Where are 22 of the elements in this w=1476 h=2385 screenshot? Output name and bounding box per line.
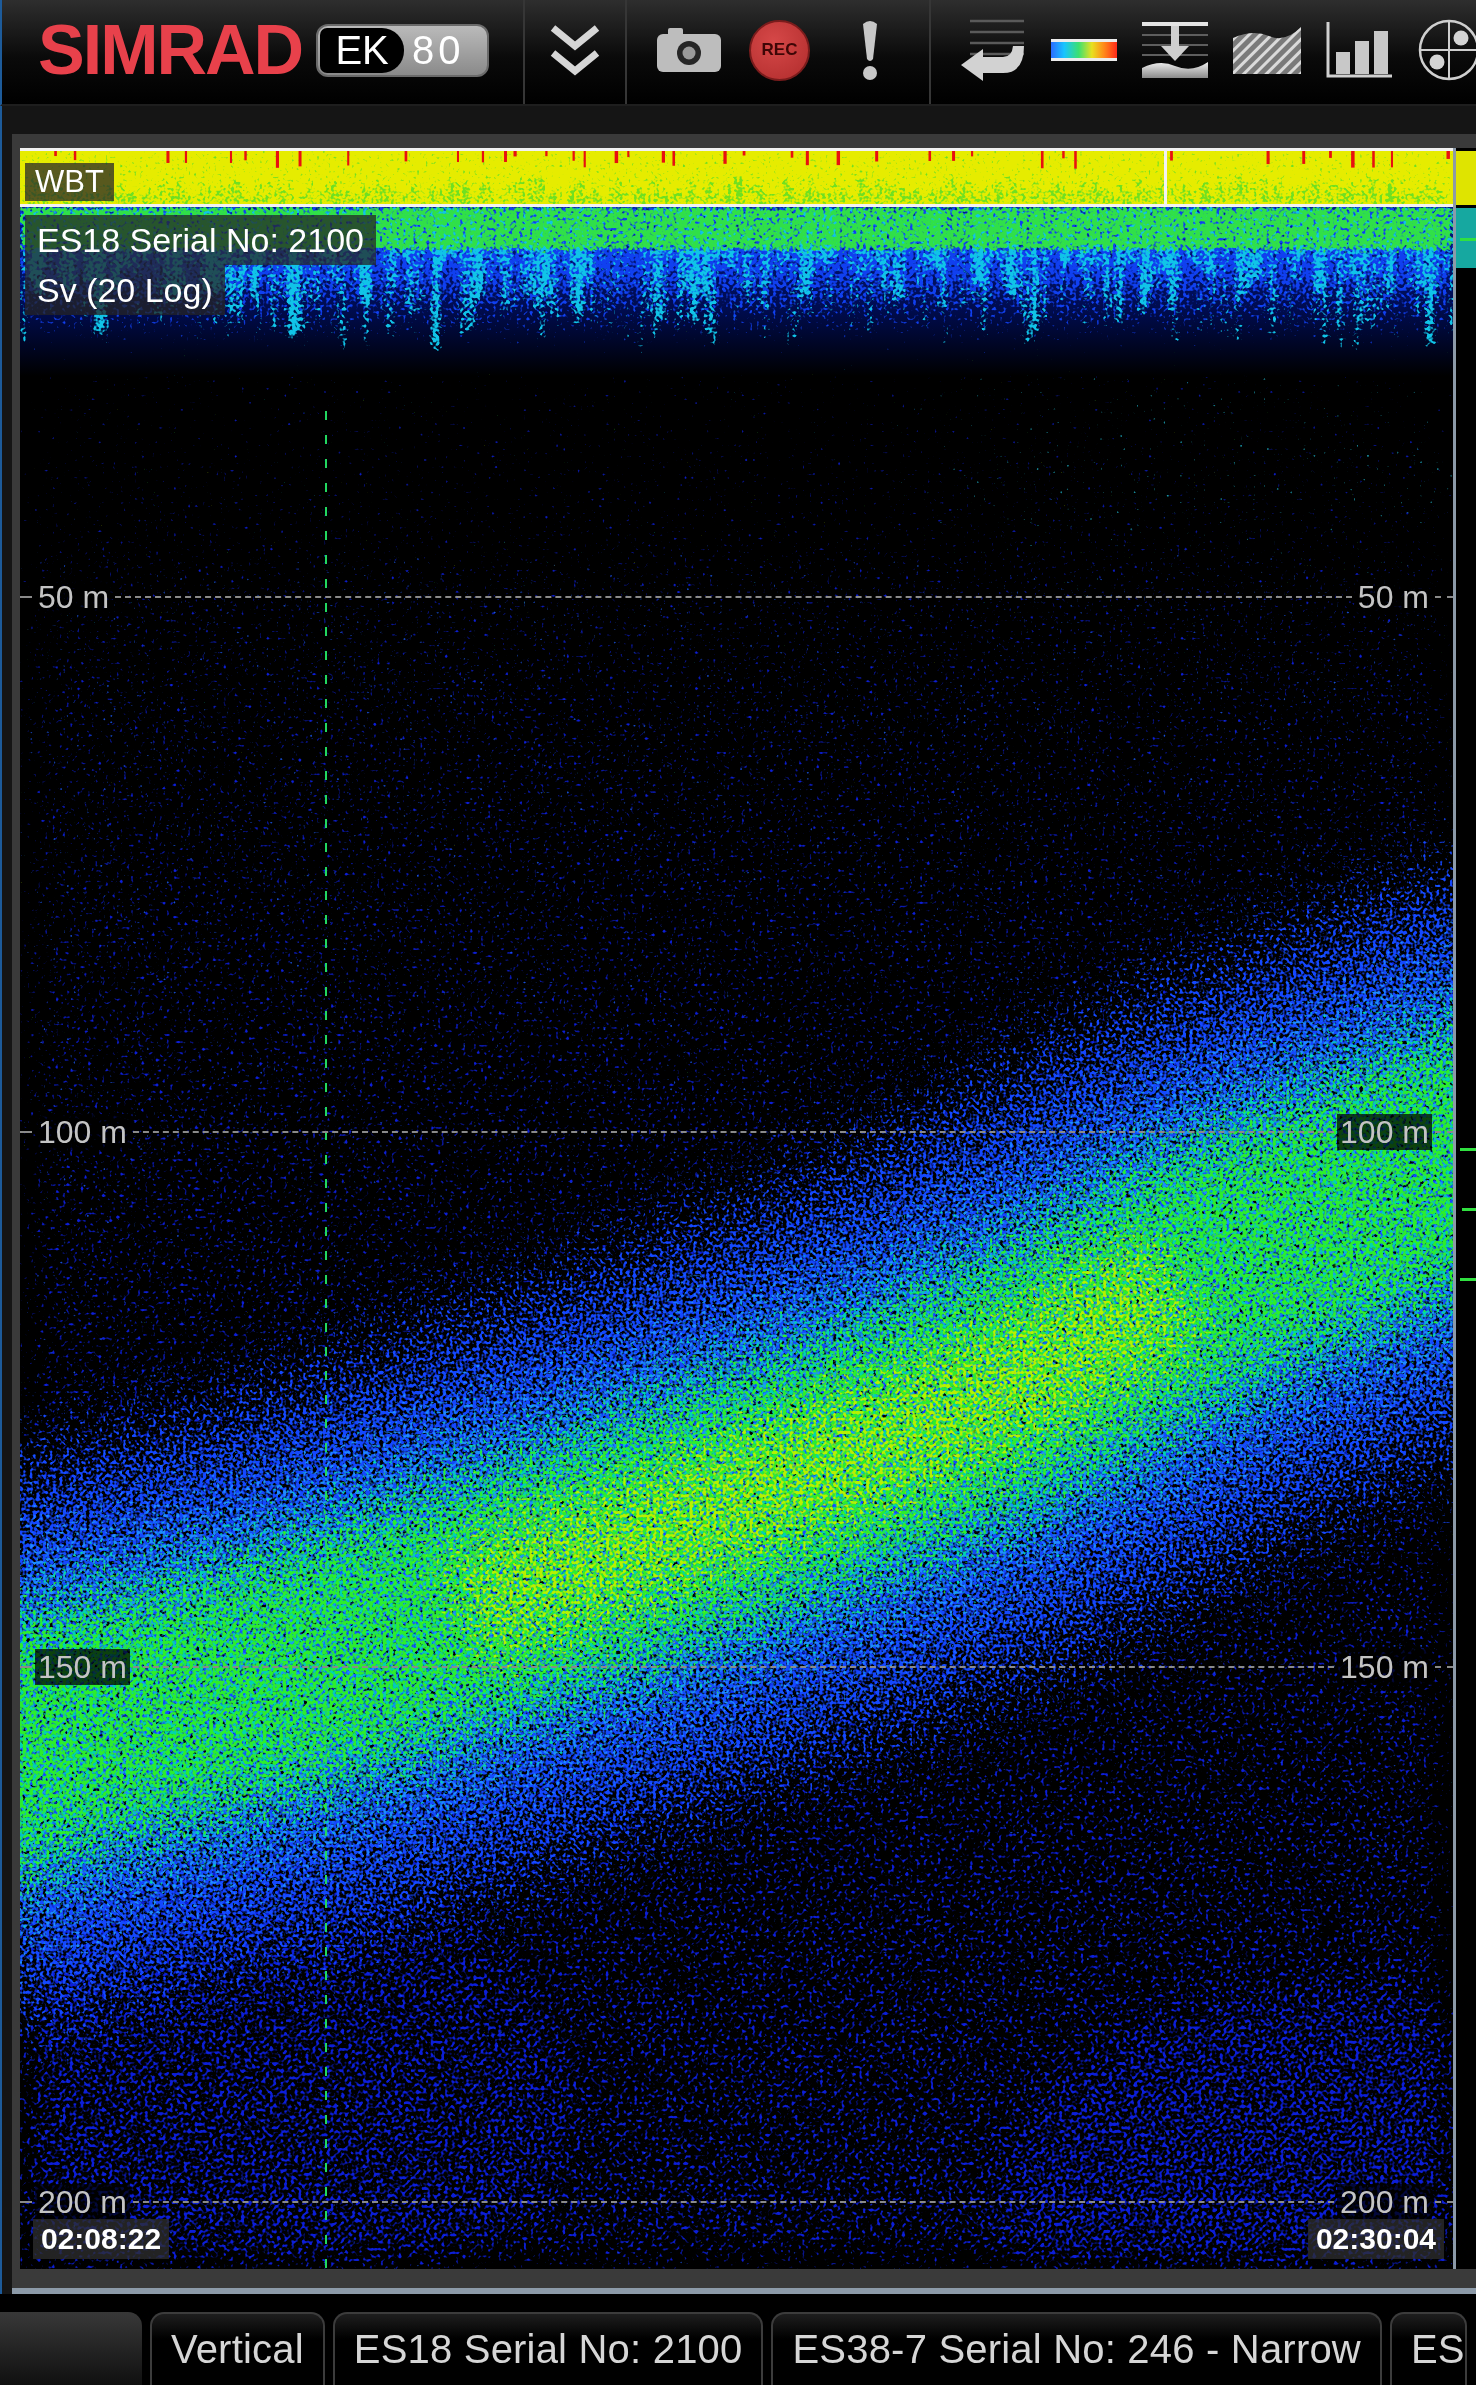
- record-button[interactable]: REC: [749, 19, 810, 81]
- tab[interactable]: ES: [1389, 2312, 1467, 2385]
- double-chevron-icon[interactable]: [549, 23, 601, 77]
- tab[interactable]: ES18 Serial No: 2100: [332, 2312, 764, 2385]
- data-type-label: Sv (20 Log): [25, 265, 225, 315]
- model-code: EK: [320, 27, 405, 73]
- brand-name: SIMRAD: [38, 15, 303, 85]
- start-time-label: 02:08:22: [33, 2219, 170, 2259]
- band-label: WBT: [25, 163, 114, 201]
- exclamation-icon[interactable]: [861, 19, 879, 81]
- model-number: 80: [412, 30, 465, 70]
- crosshair-circle-icon[interactable]: [1417, 18, 1476, 82]
- back-arrow-icon[interactable]: [960, 19, 1026, 81]
- channel-label: ES18 Serial No: 2100: [25, 215, 376, 265]
- camera-icon[interactable]: [656, 27, 722, 73]
- depth-surface-icon[interactable]: [1142, 22, 1208, 78]
- bar-chart-icon[interactable]: [1326, 22, 1392, 78]
- end-time-label: 02:30:04: [1307, 2219, 1444, 2259]
- color-scale-icon[interactable]: [1051, 39, 1117, 61]
- tab[interactable]: ES38-7 Serial No: 246 - Narrow: [771, 2312, 1382, 2385]
- tab[interactable]: Vertical: [150, 2312, 325, 2385]
- hatched-area-icon[interactable]: [1233, 26, 1301, 74]
